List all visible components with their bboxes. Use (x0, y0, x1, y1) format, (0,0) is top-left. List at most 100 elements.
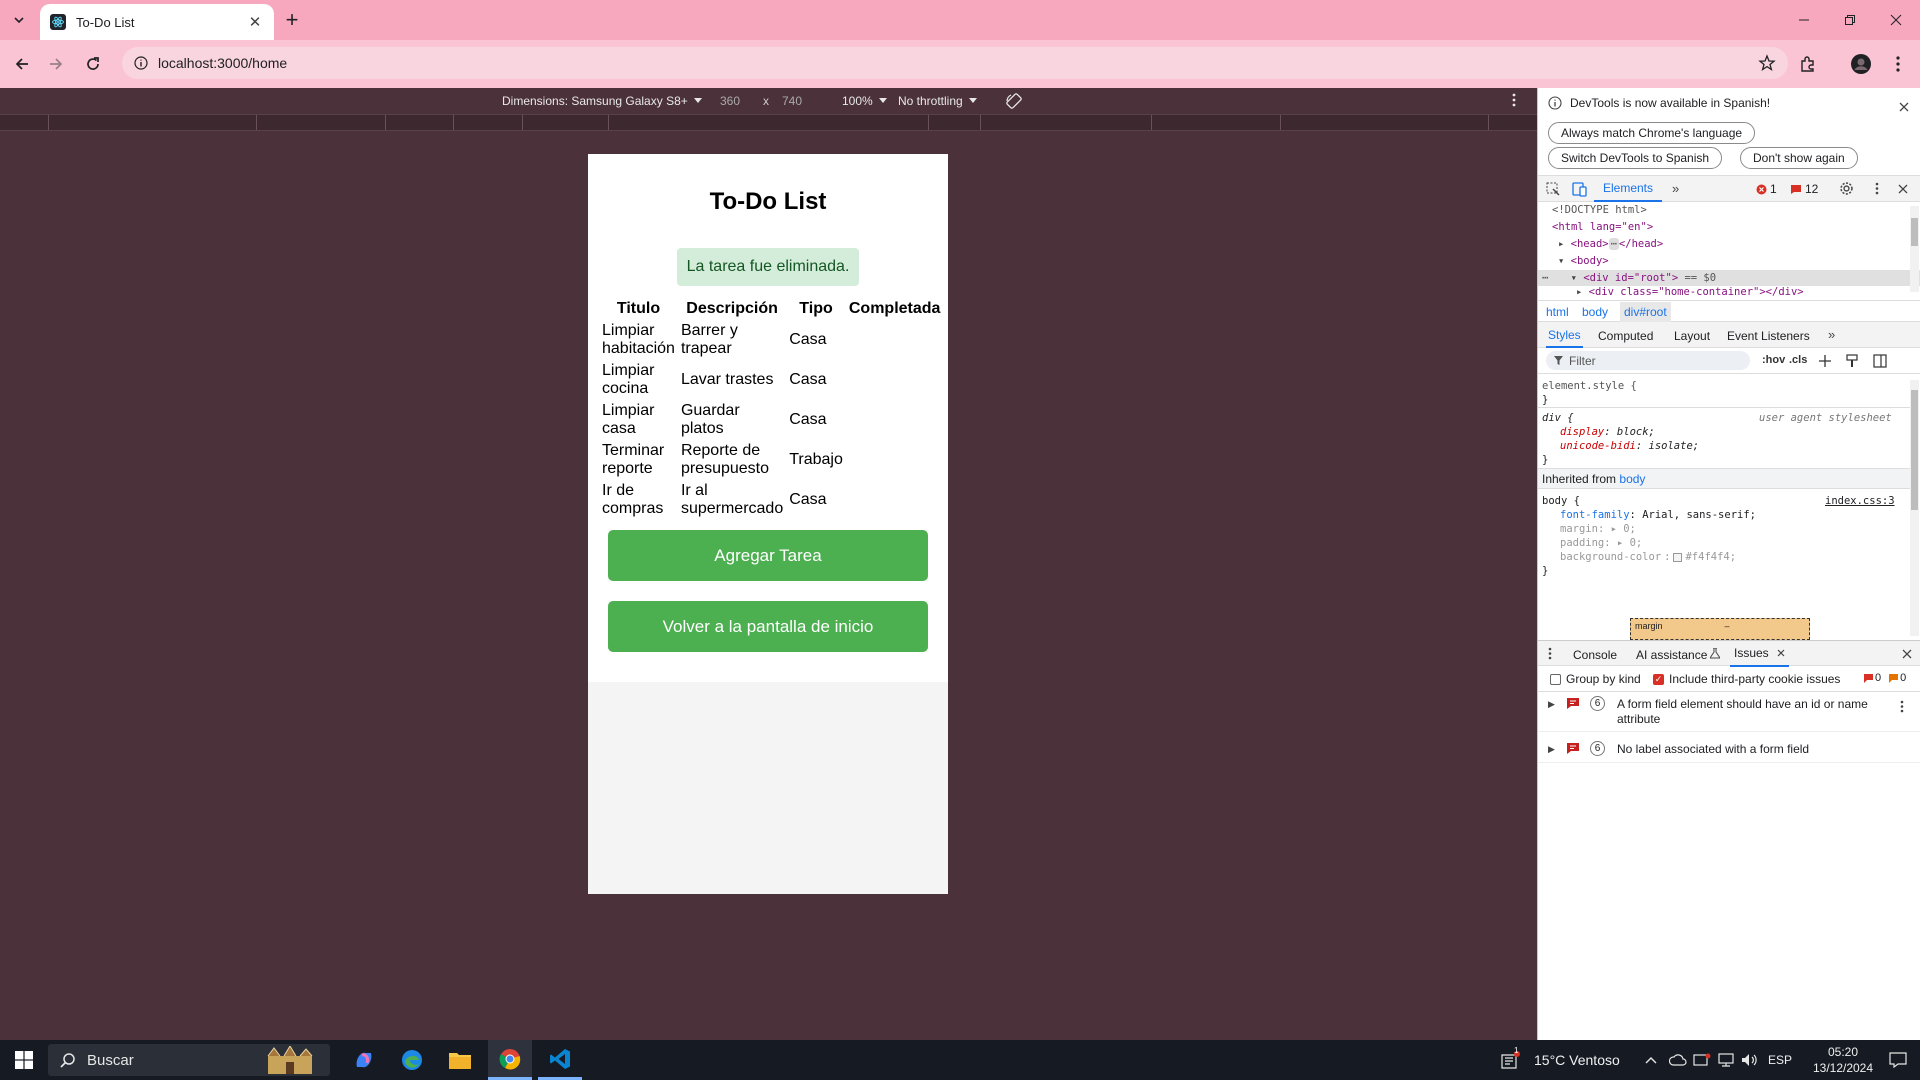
more-tabs-button[interactable]: » (1672, 181, 1679, 196)
third-party-checkbox[interactable]: ✓ Include third-party cookie issues (1653, 672, 1840, 686)
close-tab-icon[interactable] (1777, 649, 1785, 657)
vscode-taskbar-icon[interactable] (538, 1040, 582, 1080)
element-style-selector[interactable]: element.style { (1542, 380, 1637, 392)
tab-elements[interactable]: Elements (1594, 176, 1662, 202)
input-language-indicator[interactable]: ESP (1768, 1040, 1792, 1080)
dom-doctype[interactable]: <!DOCTYPE html> (1552, 202, 1647, 218)
copilot-taskbar-icon[interactable] (344, 1040, 384, 1080)
font-family-declaration[interactable]: font-family: Arial, sans-serif; (1560, 509, 1756, 521)
color-swatch[interactable] (1673, 552, 1683, 562)
hov-toggle[interactable]: :hov (1762, 354, 1785, 366)
new-tab-button[interactable]: + (280, 8, 304, 32)
minimize-button[interactable] (1781, 0, 1827, 40)
add-task-button[interactable]: Agregar Tarea (608, 530, 928, 581)
site-info-icon[interactable] (134, 56, 148, 70)
device-width-input[interactable]: 360 (720, 94, 740, 108)
unicode-bidi-declaration[interactable]: unicode-bidi: isolate; (1560, 440, 1699, 452)
close-drawer-icon[interactable] (1902, 649, 1912, 659)
taskbar-widget-button[interactable]: 1 (1498, 1040, 1524, 1080)
edge-taskbar-icon[interactable] (392, 1040, 432, 1080)
paint-brush-icon[interactable] (1845, 354, 1859, 368)
drawer-menu-icon[interactable] (1548, 647, 1552, 660)
chrome-taskbar-icon[interactable] (488, 1040, 532, 1080)
bookmark-star-icon[interactable] (1758, 54, 1776, 72)
network-icon[interactable] (1714, 1040, 1738, 1080)
dont-show-again-button[interactable]: Don't show again (1740, 147, 1858, 169)
margin-declaration[interactable]: margin: ▸ 0; (1560, 523, 1636, 535)
extensions-button[interactable] (1794, 50, 1822, 78)
throttling-select[interactable]: No throttling (898, 94, 977, 108)
close-infobar-icon[interactable] (1899, 102, 1909, 112)
div-selector[interactable]: div { (1542, 412, 1574, 424)
dom-html-node[interactable]: <html lang="en"> (1552, 219, 1653, 235)
more-subtabs-button[interactable]: » (1828, 327, 1835, 342)
stylesheet-source-link[interactable]: index.css:3 (1825, 495, 1895, 507)
match-language-button[interactable]: Always match Chrome's language (1548, 122, 1756, 144)
crumb-body[interactable]: body (1582, 305, 1608, 319)
crumb-html[interactable]: html (1546, 305, 1569, 319)
reload-button[interactable] (79, 50, 107, 78)
weather-widget[interactable]: 15°C Ventoso (1534, 1040, 1620, 1080)
device-height-input[interactable]: 740 (782, 94, 802, 108)
crumb-div-root[interactable]: div#root (1620, 302, 1671, 322)
inspect-element-icon[interactable] (1546, 182, 1560, 196)
device-toggle-icon[interactable] (1572, 181, 1588, 197)
tab-layout[interactable]: Layout (1674, 329, 1710, 343)
zoom-select[interactable]: 100% (842, 94, 887, 108)
tab-search-button[interactable] (6, 8, 32, 32)
padding-declaration[interactable]: padding: ▸ 0; (1560, 537, 1642, 549)
notification-center-button[interactable] (1880, 1040, 1916, 1080)
onedrive-tray-icon[interactable] (1666, 1040, 1690, 1080)
error-counter[interactable]: 1 (1756, 182, 1777, 196)
tab-ai-assistance[interactable]: AI assistance (1636, 648, 1707, 662)
address-bar[interactable]: localhost:3000/home (122, 47, 1788, 79)
inherited-body-link[interactable]: body (1619, 472, 1645, 486)
taskbar-search[interactable]: Buscar (48, 1044, 330, 1076)
dom-body-node[interactable]: ▾ <body> (1558, 253, 1609, 269)
cls-toggle[interactable]: .cls (1789, 354, 1807, 366)
close-window-button[interactable] (1873, 0, 1919, 40)
volume-icon[interactable] (1738, 1040, 1762, 1080)
dom-scrollbar[interactable] (1910, 206, 1919, 292)
body-selector[interactable]: body { (1542, 495, 1580, 507)
dom-root-node[interactable]: ⋯ ▾ <div id="root"> == $0 (1538, 270, 1920, 286)
browser-tab[interactable]: To-Do List ✕ (40, 4, 274, 40)
group-by-kind-checkbox[interactable]: Group by kind (1550, 672, 1641, 686)
tab-computed[interactable]: Computed (1598, 329, 1653, 343)
back-home-button[interactable]: Volver a la pantalla de inicio (608, 601, 928, 652)
close-devtools-icon[interactable] (1898, 184, 1908, 194)
tab-console[interactable]: Console (1573, 648, 1617, 662)
show-hidden-icons-button[interactable] (1640, 1040, 1662, 1080)
restore-button[interactable] (1827, 0, 1873, 40)
expand-arrow-icon[interactable]: ▶ (1548, 699, 1555, 710)
chrome-menu-button[interactable] (1884, 50, 1912, 78)
device-toolbar-menu[interactable] (1512, 93, 1516, 107)
screen-capture-tray-icon[interactable] (1690, 1040, 1714, 1080)
more-vertical-icon[interactable] (1875, 182, 1879, 195)
profile-button[interactable] (1847, 50, 1875, 78)
device-dimensions-select[interactable]: Dimensions: Samsung Galaxy S8+ (502, 94, 702, 108)
tab-issues[interactable]: Issues (1730, 641, 1789, 667)
message-counter[interactable]: 12 (1790, 182, 1818, 196)
gear-icon[interactable] (1839, 181, 1854, 196)
issue-row[interactable]: ▶ 6 A form field element should have an … (1538, 694, 1920, 732)
expand-arrow-icon[interactable]: ▶ (1548, 744, 1555, 755)
sidebar-toggle-icon[interactable] (1873, 354, 1887, 368)
rotate-button[interactable] (1005, 92, 1023, 110)
tab-styles[interactable]: Styles (1546, 322, 1583, 348)
background-color-declaration[interactable]: background-color: #f4f4f4; (1560, 551, 1736, 563)
back-button[interactable] (8, 50, 36, 78)
dom-home-container-node[interactable]: ▸ <div class="home-container"></div> (1576, 287, 1804, 296)
more-vertical-icon[interactable] (1900, 700, 1904, 713)
dom-head-node[interactable]: ▸ <head> ⋯ </head> (1558, 236, 1663, 252)
tab-close-icon[interactable]: ✕ (246, 13, 264, 31)
issue-row[interactable]: ▶ 6 No label associated with a form fiel… (1538, 739, 1920, 763)
styles-filter-input[interactable]: Filter (1546, 351, 1750, 370)
file-explorer-taskbar-icon[interactable] (440, 1040, 480, 1080)
switch-to-spanish-button[interactable]: Switch DevTools to Spanish (1548, 147, 1723, 169)
display-declaration[interactable]: display: block; (1560, 426, 1655, 438)
forward-button[interactable] (42, 50, 70, 78)
tab-event-listeners[interactable]: Event Listeners (1727, 329, 1810, 343)
clock[interactable]: 05:20 13/12/2024 (1808, 1044, 1878, 1076)
plus-icon[interactable] (1819, 355, 1831, 367)
